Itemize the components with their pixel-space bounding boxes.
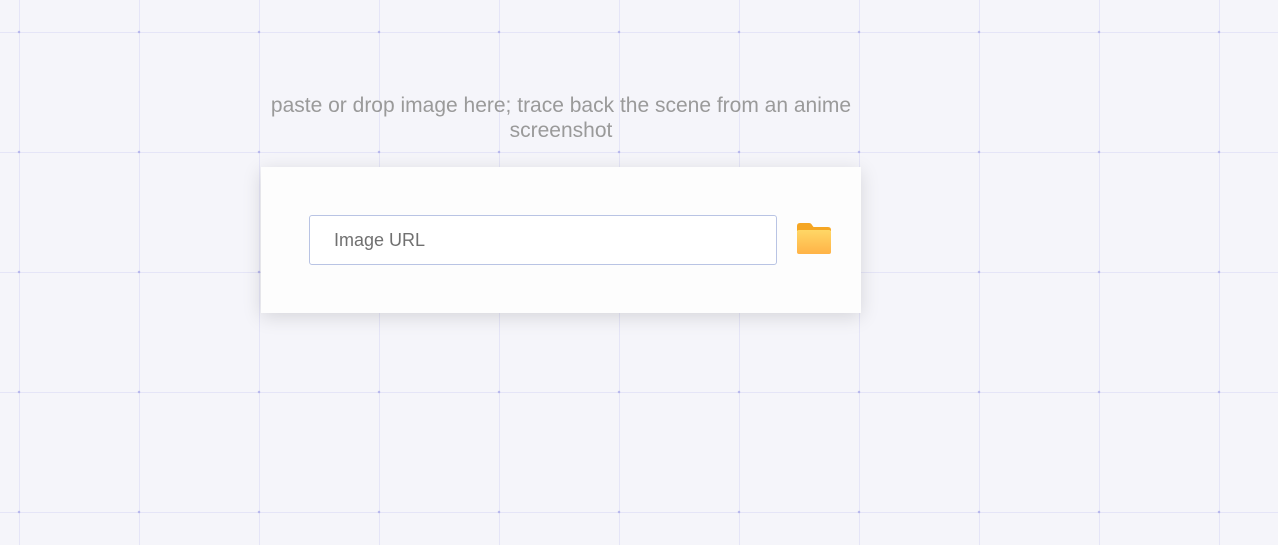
image-url-input[interactable] — [309, 215, 777, 265]
drop-hint-line-2: screenshot — [509, 119, 613, 142]
folder-icon — [797, 223, 831, 254]
drop-hint: paste or drop image here; trace back the… — [261, 93, 861, 143]
drop-hint-line-1: paste or drop image here; trace back the… — [270, 94, 852, 117]
file-picker-button[interactable] — [794, 219, 834, 257]
search-card — [261, 167, 861, 313]
